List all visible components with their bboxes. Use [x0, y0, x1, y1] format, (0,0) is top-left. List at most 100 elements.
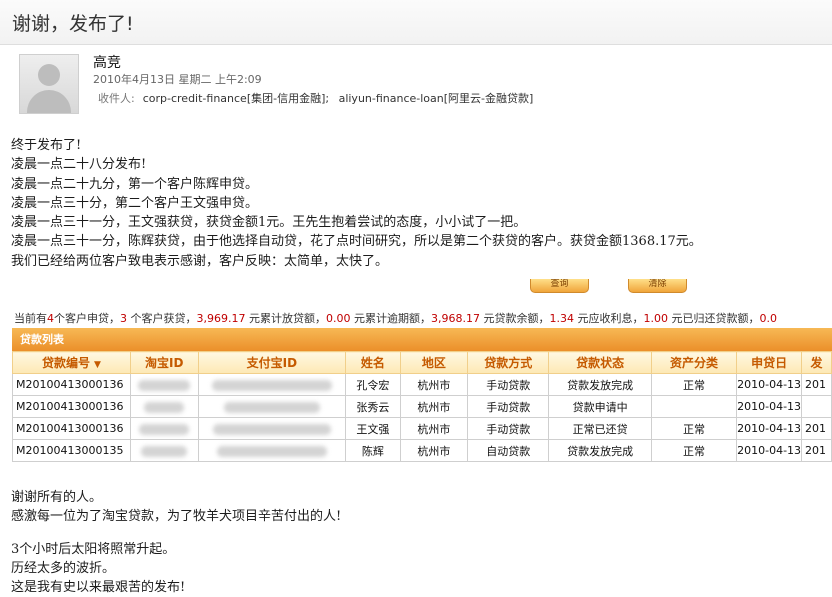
column-header[interactable]: 贷款方式 [467, 351, 550, 374]
stat-value: 4 [47, 312, 54, 325]
column-header[interactable]: 申贷日 [736, 351, 803, 374]
asset-class-cell: 正常 [650, 373, 738, 396]
taobao-id-cell [129, 439, 199, 462]
loan-stats: 当前有4个客户申贷，3 个客户获贷，3,969.17 元累计放贷额，0.00 元… [14, 310, 777, 326]
stat-value: 0.0 [759, 312, 777, 325]
column-header[interactable]: 发 [801, 351, 832, 374]
apply-date-cell: 2010-04-13 [736, 439, 803, 462]
table-row[interactable]: M20100413000136 王文强 杭州市 手动贷款 正常已还贷 正常 2010-04-… [12, 417, 832, 440]
body-line: 凌晨一点二十八分发布! [11, 157, 147, 173]
apply-date-cell: 2010-04-13 [736, 417, 803, 440]
body-line: 凌晨一点二十九分，第一个客户陈辉申贷。 [11, 176, 259, 192]
loan-status-cell: 贷款发放完成 [548, 373, 652, 396]
email-footer: 谢谢所有的人。感激每一位为了淘宝贷款，为了牧羊犬项目辛苦付出的人! 3个小时后太阳… [11, 488, 341, 597]
asset-class-cell: 正常 [650, 439, 738, 462]
alipay-id-cell [197, 395, 347, 418]
column-header[interactable]: 淘宝ID [129, 351, 199, 374]
redacted-value [212, 423, 331, 435]
loan-id-cell: M20100413000136 [12, 373, 131, 396]
avatar-head [38, 64, 60, 86]
recipients-label: 收件人: [98, 92, 135, 105]
column-header[interactable]: 支付宝ID [197, 351, 347, 374]
redacted-value [144, 401, 185, 413]
taobao-id-cell [129, 395, 199, 418]
stat-text: 元应收利息， [573, 312, 644, 325]
clear-button: 清除 [628, 279, 687, 293]
asset-class-cell [650, 395, 738, 418]
stat-value: 0.00 [325, 312, 351, 325]
body-line: 终于发布了! [11, 138, 82, 153]
loan-status-cell: 正常已还贷 [548, 417, 652, 440]
redacted-value [138, 379, 191, 391]
stat-value: 1.34 [549, 312, 574, 325]
stat-text: 元贷款余额， [479, 312, 550, 325]
customer-name-cell: 陈辉 [345, 439, 401, 462]
alipay-id-cell [197, 439, 347, 462]
alipay-id-cell [197, 373, 347, 396]
stat-text: 个客户获贷， [127, 312, 197, 325]
column-header[interactable]: 贷款状态 [548, 351, 652, 374]
redacted-value [223, 401, 320, 413]
loan-status-cell: 贷款发放完成 [548, 439, 652, 462]
loan-method-cell: 手动贷款 [467, 395, 550, 418]
footer-line: 3个小时后太阳将照常升起。 [11, 542, 176, 557]
table-row[interactable]: M20100413000135 陈辉 杭州市 自动贷款 贷款发放完成 正常 2010-04-… [12, 439, 832, 462]
apply-date-cell: 2010-04-13 [736, 395, 803, 418]
stat-text: 当前有 [14, 312, 47, 325]
region-cell: 杭州市 [399, 439, 469, 462]
sender-name[interactable]: 高竞 [93, 52, 121, 72]
sort-icon: ▼ [93, 360, 101, 370]
footer-line: 这是我有史以来最艰苦的发布! [11, 580, 186, 595]
subject-bar: 谢谢，发布了! [0, 0, 832, 45]
table-row[interactable]: M20100413000136 张秀云 杭州市 手动贷款 贷款申请中 2010-04-13 [12, 395, 832, 418]
loan-method-cell: 手动贷款 [467, 417, 550, 440]
sent-time: 2010年4月13日 星期二 上午2:09 [93, 73, 262, 86]
email-body: 终于发布了! 凌晨一点二十八分发布! 凌晨一点二十九分，第一个客户陈辉申贷。 凌晨一点… [11, 136, 702, 271]
stat-text: 元累计放贷额， [245, 312, 326, 325]
customer-name-cell: 王文强 [345, 417, 401, 440]
email-subject: 谢谢，发布了! [12, 13, 134, 35]
recipient[interactable]: aliyun-finance-loan[阿里云-金融贷款] [339, 92, 534, 105]
redacted-value [139, 423, 190, 435]
asset-class-cell: 正常 [650, 417, 738, 440]
extra-cell: 201 [801, 417, 832, 440]
apply-date-cell: 2010-04-13 [736, 373, 803, 396]
footer-line: 感激每一位为了淘宝贷款，为了牧羊犬项目辛苦付出的人! [11, 509, 342, 524]
extra-cell: 201 [801, 439, 832, 462]
column-header[interactable]: 资产分类 [650, 351, 738, 374]
loan-status-cell: 贷款申请中 [548, 395, 652, 418]
redacted-value [141, 445, 188, 457]
loan-id-cell: M20100413000135 [12, 439, 131, 462]
alipay-id-cell [197, 417, 347, 440]
table-header-row: 贷款编号 ▼ 淘宝ID 支付宝ID 姓名 地区 贷款方式 贷款状态 资产分类 申贷… [12, 351, 832, 374]
column-header[interactable]: 地区 [399, 351, 469, 374]
embedded-screenshot: 查询 清除 当前有4个客户申贷，3 个客户获贷，3,969.17 元累计放贷额，… [10, 279, 832, 469]
body-line: 凌晨一点三十分，第二个客户王文强申贷。 [11, 195, 259, 211]
region-cell: 杭州市 [399, 373, 469, 396]
body-line: 凌晨一点三十一分，陈辉获贷，由于他选择自动贷，花了点时间研究，所以是第二个获贷的… [11, 234, 702, 250]
loan-list-title-text: 贷款列表 [20, 333, 64, 346]
taobao-id-cell [129, 373, 199, 396]
redacted-value [216, 445, 327, 457]
table-row[interactable]: M20100413000136 孔令宏 杭州市 手动贷款 贷款发放完成 正常 2010-04… [12, 373, 832, 396]
body-line: 我们已经给两位客户致电表示感谢，客户反映：太简单，太快了。 [11, 253, 389, 269]
stat-text: 个客户申贷， [54, 312, 120, 325]
recipient[interactable]: corp-credit-finance[集团-信用金融]; [143, 92, 329, 105]
loan-id-cell: M20100413000136 [12, 417, 131, 440]
column-header[interactable]: 贷款编号 ▼ [12, 351, 131, 374]
column-header[interactable]: 姓名 [345, 351, 401, 374]
stat-value: 3,969.17 [196, 312, 246, 325]
stat-value: 3 [120, 312, 127, 325]
loan-list-title: 贷款列表 [12, 328, 832, 351]
loan-method-cell: 手动贷款 [467, 373, 550, 396]
loan-table: 贷款编号 ▼ 淘宝ID 支付宝ID 姓名 地区 贷款方式 贷款状态 资产分类 申贷… [12, 351, 832, 462]
stat-text: 元累计逾期额， [350, 312, 431, 325]
footer-line: 谢谢所有的人。 [11, 490, 103, 505]
loan-id-cell: M20100413000136 [12, 395, 131, 418]
body-line: 凌晨一点三十一分，王文强获贷，获贷金额1元。王先生抱着尝试的态度，小小试了一把。 [11, 215, 527, 231]
stat-value: 3,968.17 [430, 312, 480, 325]
region-cell: 杭州市 [399, 395, 469, 418]
footer-line: 历经太多的波折。 [11, 561, 116, 576]
extra-cell: 201 [801, 373, 832, 396]
